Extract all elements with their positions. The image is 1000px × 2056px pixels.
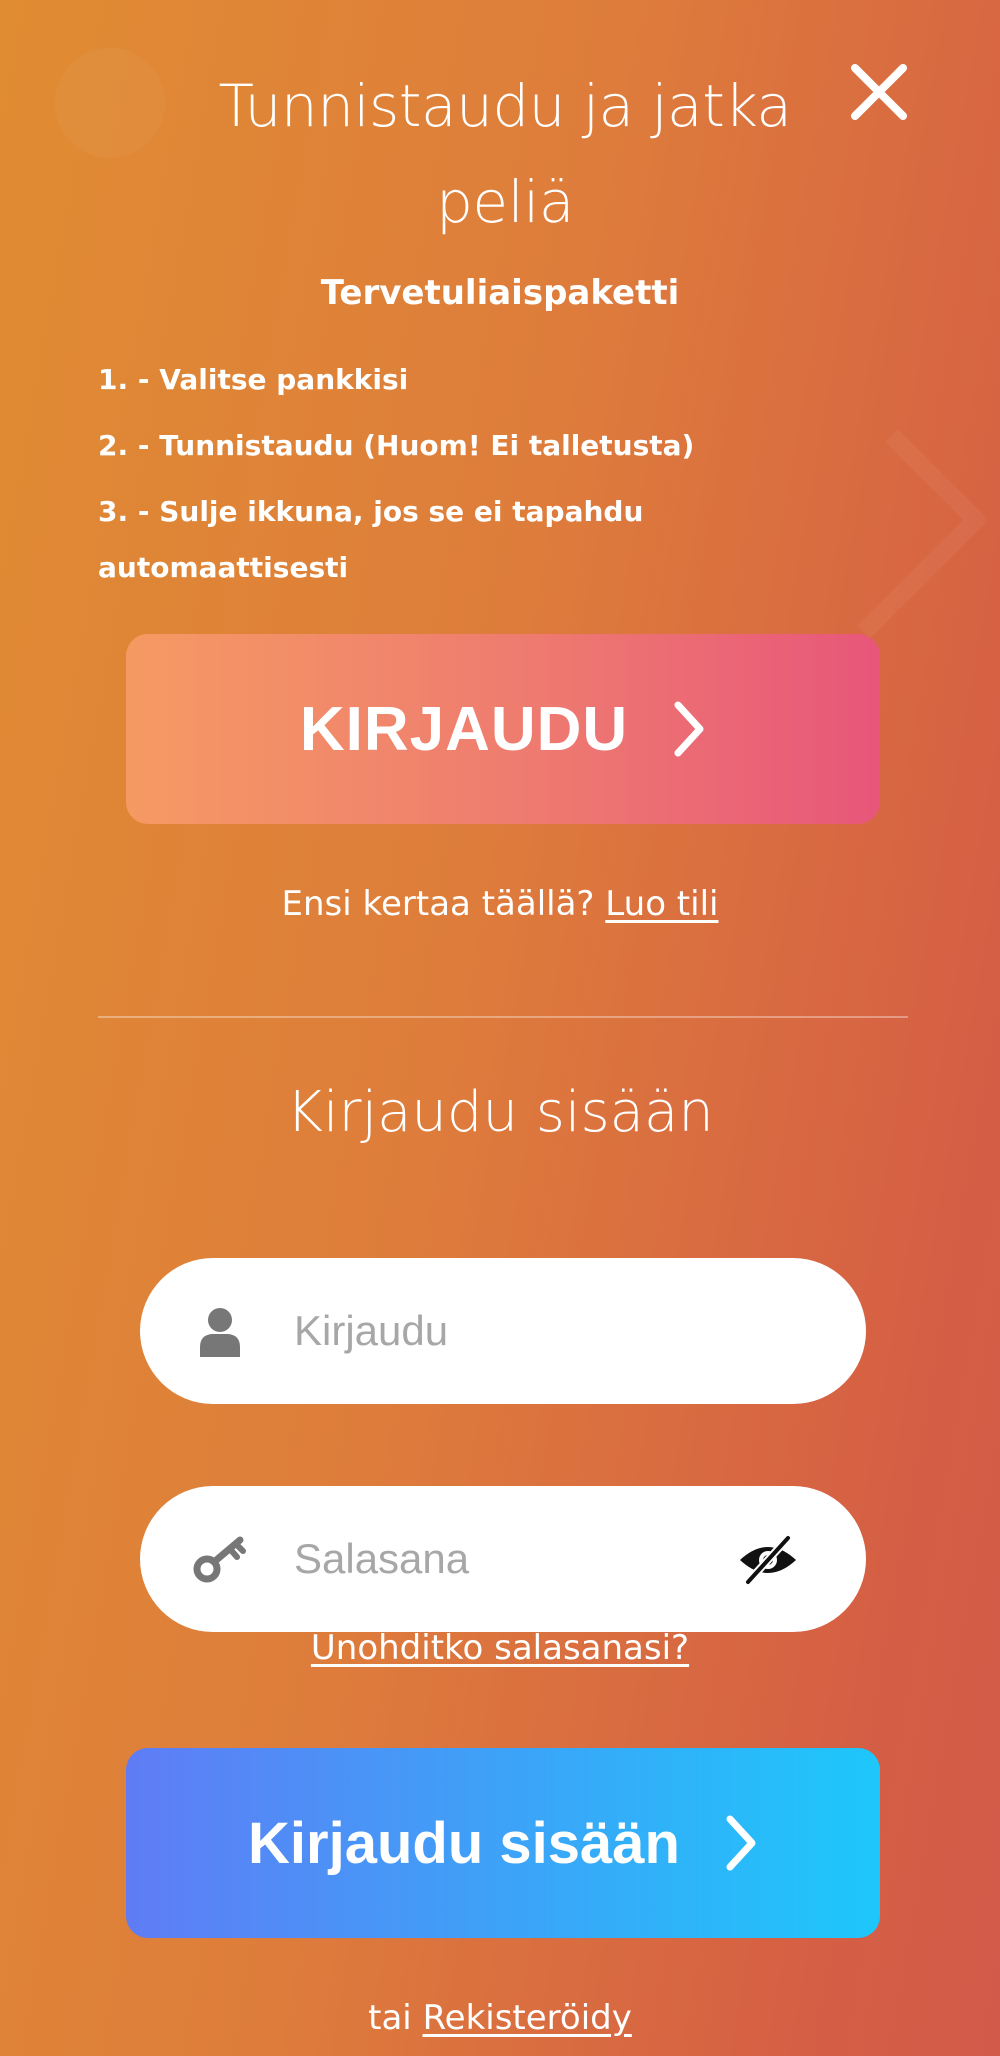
- eye-slash-icon[interactable]: [736, 1532, 800, 1588]
- forgot-password-row: Unohditko salasanasi?: [0, 1620, 1000, 1676]
- register-row: tai Rekisteröidy: [0, 1990, 1000, 2046]
- chevron-right-icon: [672, 699, 706, 759]
- password-input[interactable]: [294, 1524, 734, 1594]
- kirjaudu-button[interactable]: KIRJAUDU: [126, 634, 880, 824]
- kirjaudu-button-label: KIRJAUDU: [299, 694, 629, 764]
- step-item: 1. - Valitse pankkisi: [98, 363, 409, 396]
- chevron-right-icon: [724, 1813, 758, 1873]
- forgot-password-link[interactable]: Unohditko salasanasi?: [311, 1628, 689, 1668]
- welcome-package-title: Tervetuliaispaketti: [320, 273, 680, 313]
- divider: [98, 1016, 908, 1018]
- login-modal: Tunnistaudu ja jatka peliä Tervetuliaisp…: [0, 0, 1000, 2056]
- close-icon[interactable]: [843, 56, 915, 128]
- background-decoration: [779, 429, 989, 639]
- key-icon: [192, 1531, 248, 1587]
- modal-title: Tunnistaudu ja jatka peliä: [218, 72, 792, 236]
- background-decoration: [55, 48, 165, 158]
- username-field[interactable]: [140, 1258, 866, 1404]
- password-field[interactable]: [140, 1486, 866, 1632]
- create-account-link[interactable]: Luo tili: [605, 884, 718, 924]
- login-section-title: Kirjaudu sisään: [286, 1080, 714, 1145]
- steps-list: 1. - Valitse pankkisi 2. - Tunnistaudu (…: [98, 352, 738, 606]
- first-time-text: Ensi kertaa täällä?: [281, 884, 595, 924]
- sign-in-button[interactable]: Kirjaudu sisään: [126, 1748, 880, 1938]
- first-time-row: Ensi kertaa täällä? Luo tili: [0, 874, 1000, 934]
- sign-in-button-label: Kirjaudu sisään: [248, 1810, 680, 1876]
- or-text: tai: [368, 1998, 412, 2038]
- step-item: 3. - Sulje ikkuna, jos se ei tapahdu aut…: [98, 495, 644, 584]
- user-icon: [192, 1303, 248, 1359]
- step-item: 2. - Tunnistaudu (Huom! Ei talletusta): [98, 429, 695, 462]
- register-link[interactable]: Rekisteröidy: [423, 1998, 632, 2038]
- username-input[interactable]: [294, 1296, 734, 1366]
